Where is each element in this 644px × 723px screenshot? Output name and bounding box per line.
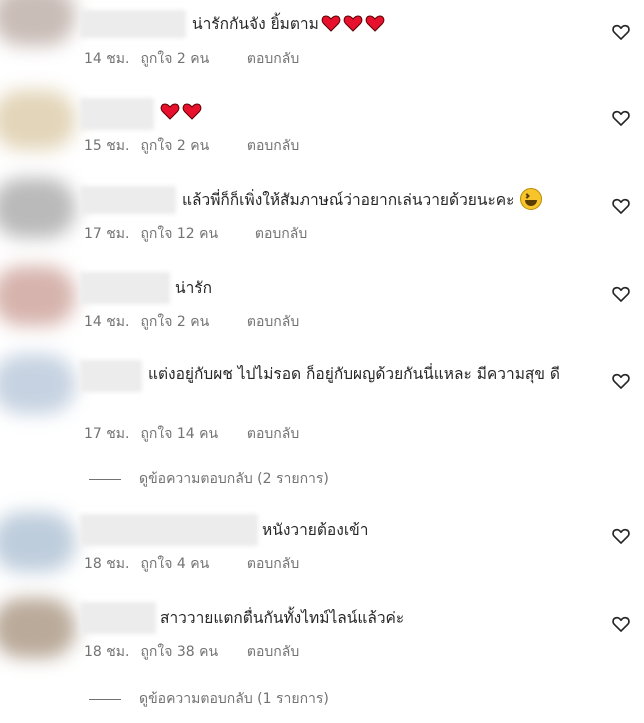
reply-button[interactable]: ตอบกลับ: [247, 135, 299, 157]
reply-button[interactable]: ตอบกลับ: [247, 311, 299, 333]
comment-meta: 14 ชม. ถูกใจ 2 คน ตอบกลับ: [84, 48, 299, 70]
redacted-username: [80, 186, 176, 214]
likes-count[interactable]: ถูกใจ 12 คน: [140, 223, 244, 245]
reply-button[interactable]: ตอบกลับ: [255, 223, 307, 245]
red-heart-emoji: [365, 13, 385, 33]
redacted-username: [80, 272, 170, 304]
comment-time: 17 ชม.: [84, 426, 130, 442]
redacted-username: [80, 514, 258, 546]
redacted-username: [80, 10, 186, 38]
comment-meta: 18 ชม. ถูกใจ 38 คน ตอบกลับ: [84, 641, 299, 663]
view-replies-button[interactable]: ดูข้อความตอบกลับ (2 รายการ): [89, 468, 329, 490]
avatar[interactable]: [0, 0, 76, 46]
reply-button[interactable]: ตอบกลับ: [247, 48, 299, 70]
likes-count[interactable]: ถูกใจ 4 คน: [140, 553, 236, 575]
comment-meta: 17 ชม. ถูกใจ 12 คน ตอบกลับ: [84, 223, 307, 245]
comment-text: [158, 100, 202, 124]
comment-meta: 14 ชม. ถูกใจ 2 คน ตอบกลับ: [84, 311, 299, 333]
likes-count[interactable]: ถูกใจ 14 คน: [140, 423, 236, 445]
avatar[interactable]: [0, 266, 76, 326]
comment-time: 14 ชม.: [84, 314, 130, 330]
comment-meta: 18 ชม. ถูกใจ 4 คน ตอบกลับ: [84, 553, 299, 575]
reply-button[interactable]: ตอบกลับ: [247, 553, 299, 575]
heart-outline-icon[interactable]: [611, 284, 631, 304]
heart-outline-icon[interactable]: [611, 22, 631, 42]
comment-text: หนังวายต้องเข้า: [262, 521, 369, 539]
divider-line: [89, 478, 121, 480]
heart-outline-icon[interactable]: [611, 371, 631, 391]
comment-text: น่ารัก: [175, 279, 213, 297]
likes-count[interactable]: ถูกใจ 2 คน: [140, 311, 236, 333]
comment-time: 18 ชม.: [84, 556, 130, 572]
reply-button[interactable]: ตอบกลับ: [247, 423, 299, 445]
heart-outline-icon[interactable]: [611, 196, 631, 216]
comment-meta: 17 ชม. ถูกใจ 14 คน ตอบกลับ: [84, 423, 299, 445]
view-replies-button[interactable]: ดูข้อความตอบกลับ (1 รายการ): [89, 688, 329, 710]
redacted-username: [80, 98, 154, 130]
comment-text: แล้วพี่ก็ก็เพิ่งให้สัมภาษณ์ว่าอยากเล่นวา…: [182, 188, 543, 212]
heart-outline-icon[interactable]: [611, 526, 631, 546]
red-heart-emoji: [160, 101, 180, 121]
red-heart-emoji: [343, 13, 363, 33]
comment-text: แต่งอยู่กับผช ไปไม่รอด ก็อยู่กับผญด้วยกั…: [148, 365, 560, 383]
red-heart-emoji: [182, 101, 202, 121]
divider-line: [89, 698, 121, 700]
avatar[interactable]: [0, 354, 76, 414]
comment-text: น่ารักกันจัง ยิ้มตาม: [192, 12, 385, 36]
heart-outline-icon[interactable]: [611, 614, 631, 634]
comment-time: 17 ชม.: [84, 226, 130, 242]
comment-meta: 15 ชม. ถูกใจ 2 คน ตอบกลับ: [84, 135, 299, 157]
comment-text: สาววายแตกตื่นกันทั้งไทม์ไลน์แล้วค่ะ: [160, 609, 405, 627]
likes-count[interactable]: ถูกใจ 38 คน: [140, 641, 236, 663]
avatar[interactable]: [0, 90, 76, 150]
avatar[interactable]: [0, 178, 76, 238]
grinning-squinting-face-emoji: [520, 188, 543, 210]
red-heart-emoji: [321, 13, 341, 33]
heart-outline-icon[interactable]: [611, 108, 631, 128]
avatar[interactable]: [0, 512, 76, 572]
comment-time: 14 ชม.: [84, 51, 130, 67]
comment-time: 18 ชม.: [84, 644, 130, 660]
comment-time: 15 ชม.: [84, 138, 130, 154]
likes-count[interactable]: ถูกใจ 2 คน: [140, 48, 236, 70]
reply-button[interactable]: ตอบกลับ: [247, 641, 299, 663]
redacted-username: [80, 602, 156, 634]
likes-count[interactable]: ถูกใจ 2 คน: [140, 135, 236, 157]
avatar[interactable]: [0, 598, 76, 658]
